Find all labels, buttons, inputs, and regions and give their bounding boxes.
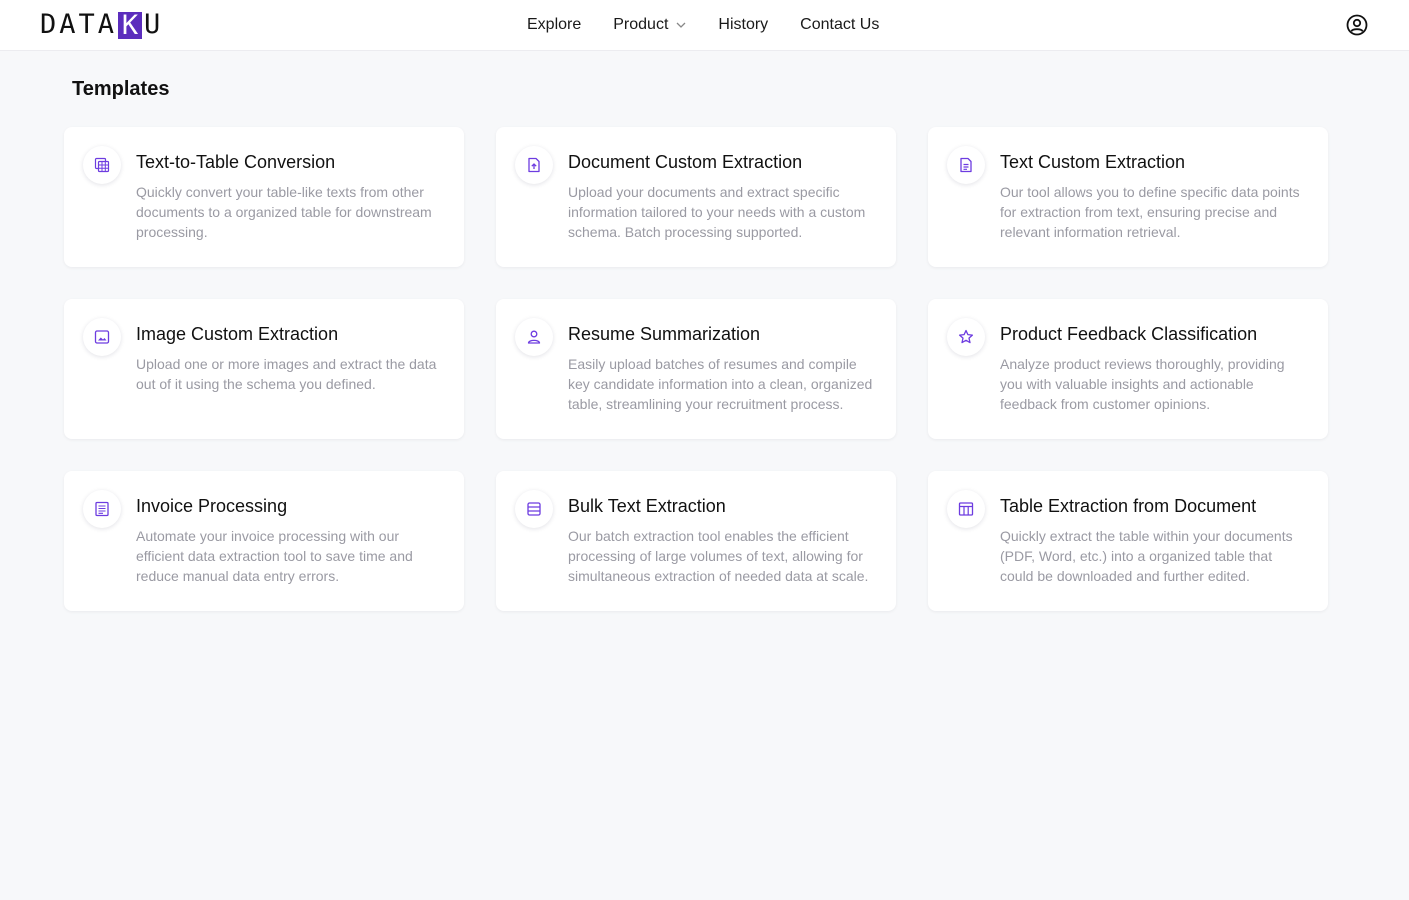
card-icon-wrap <box>515 490 553 528</box>
card-icon-wrap <box>83 146 121 184</box>
nav-product-dropdown[interactable]: Product <box>597 0 702 50</box>
file-upload-icon <box>528 157 540 173</box>
list-box-icon <box>527 502 541 516</box>
main-nav: Explore Product History Contact Us <box>511 0 895 50</box>
nav-contact-us[interactable]: Contact Us <box>784 0 895 50</box>
card-title: Bulk Text Extraction <box>568 496 726 516</box>
page-title: Templates <box>72 78 170 100</box>
table-layout-icon <box>958 502 974 516</box>
logo-text-prefix: DATA <box>40 9 118 40</box>
template-card-product-feedback-classification[interactable]: Product Feedback Classification Analyze … <box>928 299 1328 439</box>
top-header: DATA K U Explore Product History Contact U… <box>0 0 1409 51</box>
card-description: Quickly extract the table within your do… <box>1000 528 1293 584</box>
invoice-icon <box>95 501 109 517</box>
template-card-bulk-text-extraction[interactable]: Bulk Text Extraction Our batch extractio… <box>496 471 896 611</box>
card-description: Upload one or more images and extract th… <box>136 356 437 392</box>
card-icon-wrap <box>515 146 553 184</box>
document-text-icon <box>960 157 972 173</box>
logo-text-suffix: U <box>144 9 164 40</box>
card-description: Our batch extraction tool enables the ef… <box>568 528 869 584</box>
user-circle-icon[interactable] <box>1345 13 1369 37</box>
template-card-image-custom-extraction[interactable]: Image Custom Extraction Upload one or mo… <box>64 299 464 439</box>
card-title: Image Custom Extraction <box>136 324 339 344</box>
templates-grid: Text-to-Table Conversion Quickly convert… <box>64 127 1328 611</box>
template-card-table-extraction-from-document[interactable]: Table Extraction from Document Quickly e… <box>928 471 1328 611</box>
nav-contact-label: Contact Us <box>800 16 880 33</box>
card-icon-wrap <box>83 490 121 528</box>
card-title: Table Extraction from Document <box>1000 496 1257 516</box>
card-icon-wrap <box>947 490 985 528</box>
card-description: Automate your invoice processing with ou… <box>136 528 413 584</box>
card-icon-wrap <box>515 318 553 356</box>
template-card-text-to-table[interactable]: Text-to-Table Conversion Quickly convert… <box>64 127 464 267</box>
nav-product-label: Product <box>613 16 669 33</box>
card-icon-wrap <box>947 318 985 356</box>
person-icon <box>527 330 541 344</box>
template-card-resume-summarization[interactable]: Resume Summarization Easily upload batch… <box>496 299 896 439</box>
card-description: Analyze product reviews thoroughly, prov… <box>1000 356 1285 412</box>
star-icon <box>958 329 974 344</box>
card-title: Product Feedback Classification <box>1000 324 1258 344</box>
dataku-logo[interactable]: DATA K U <box>40 11 163 39</box>
card-description: Our tool allows you to define specific d… <box>1000 184 1300 240</box>
card-title: Text Custom Extraction <box>1000 152 1186 172</box>
card-title: Invoice Processing <box>136 496 288 516</box>
nav-explore[interactable]: Explore <box>511 0 597 50</box>
nav-history-label: History <box>718 16 769 33</box>
card-description: Quickly convert your table-like texts fr… <box>136 184 432 240</box>
card-title: Text-to-Table Conversion <box>136 152 336 172</box>
card-title: Resume Summarization <box>568 324 761 344</box>
template-card-document-custom-extraction[interactable]: Document Custom Extraction Upload your d… <box>496 127 896 267</box>
card-title: Document Custom Extraction <box>568 152 803 172</box>
logo-text-highlight: K <box>118 11 143 39</box>
card-description: Easily upload batches of resumes and com… <box>568 356 873 412</box>
template-card-text-custom-extraction[interactable]: Text Custom Extraction Our tool allows y… <box>928 127 1328 267</box>
card-icon-wrap <box>83 318 121 356</box>
image-icon <box>94 330 110 344</box>
card-description: Upload your documents and extract specif… <box>568 184 866 240</box>
nav-history[interactable]: History <box>702 0 784 50</box>
table-calc-icon <box>94 157 110 173</box>
chevron-down-icon <box>676 22 686 28</box>
card-icon-wrap <box>947 146 985 184</box>
nav-explore-label: Explore <box>527 16 582 33</box>
template-card-invoice-processing[interactable]: Invoice Processing Automate your invoice… <box>64 471 464 611</box>
